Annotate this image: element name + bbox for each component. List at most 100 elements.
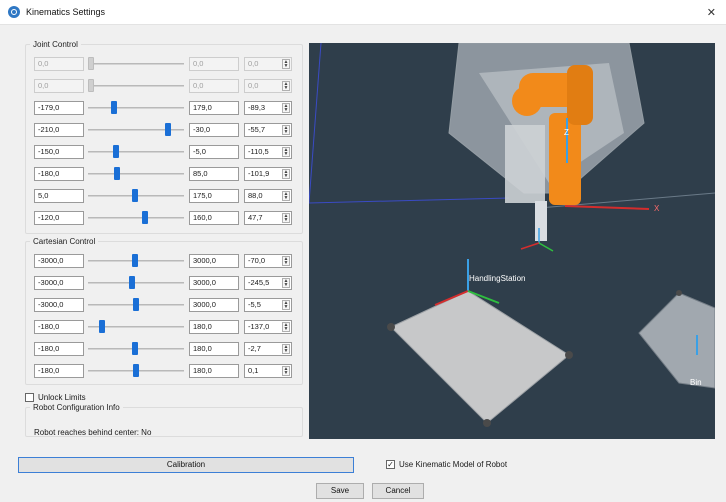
slider-handle[interactable] — [129, 276, 136, 289]
cartesian-value-spinbox[interactable]: 0,1 ▲ ▼ — [244, 364, 292, 378]
cartesian-max-field[interactable]: 3000,0 — [189, 254, 239, 268]
joint-slider[interactable] — [88, 123, 184, 137]
spin-arrows-icon[interactable]: ▲ ▼ — [282, 81, 290, 91]
joint-value-spinbox[interactable]: 0,0 ▲ ▼ — [244, 79, 292, 93]
calibration-button[interactable]: Calibration — [18, 457, 354, 473]
joint-max-field[interactable]: 179,0 — [189, 101, 239, 115]
cartesian-min-field[interactable]: -3000,0 — [34, 298, 84, 312]
use-kinematic-checkbox[interactable]: ✓ Use Kinematic Model of Robot — [386, 460, 507, 469]
cartesian-max-field[interactable]: 3000,0 — [189, 276, 239, 290]
joint-slider[interactable] — [88, 167, 184, 181]
spin-arrows-icon[interactable]: ▲ ▼ — [282, 125, 290, 135]
spin-arrows-icon[interactable]: ▲ ▼ — [282, 344, 290, 354]
cartesian-min-field[interactable]: -180,0 — [34, 364, 84, 378]
cartesian-slider[interactable] — [88, 276, 184, 290]
joint-min-field[interactable]: -120,0 — [34, 211, 84, 225]
spin-arrows-icon[interactable]: ▲ ▼ — [282, 103, 290, 113]
slider-handle[interactable] — [132, 254, 139, 267]
cartesian-value-spinbox[interactable]: -2,7 ▲ ▼ — [244, 342, 292, 356]
joint-slider[interactable] — [88, 189, 184, 203]
joint-max-field[interactable]: -30,0 — [189, 123, 239, 137]
slider-handle[interactable] — [132, 189, 139, 202]
joint-slider[interactable] — [88, 145, 184, 159]
joint-min-field[interactable]: -179,0 — [34, 101, 84, 115]
spin-arrows-icon[interactable]: ▲ ▼ — [282, 147, 290, 157]
slider-handle[interactable] — [132, 342, 139, 355]
cartesian-min-field[interactable]: -3000,0 — [34, 276, 84, 290]
joint-max-field[interactable]: 0,0 — [189, 79, 239, 93]
spin-arrows-icon[interactable]: ▲ ▼ — [282, 191, 290, 201]
slider-handle[interactable] — [165, 123, 172, 136]
joint-value-spinbox[interactable]: -55,7 ▲ ▼ — [244, 123, 292, 137]
spin-arrows-icon[interactable]: ▲ ▼ — [282, 300, 290, 310]
cartesian-slider[interactable] — [88, 254, 184, 268]
joint-max-field[interactable]: 85,0 — [189, 167, 239, 181]
joint-slider[interactable] — [88, 101, 184, 115]
spin-arrows-icon[interactable]: ▲ ▼ — [282, 366, 290, 376]
spin-arrows-icon[interactable]: ▲ ▼ — [282, 322, 290, 332]
spin-arrows-icon[interactable]: ▲ ▼ — [282, 256, 290, 266]
joint-value-spinbox[interactable]: 88,0 ▲ ▼ — [244, 189, 292, 203]
slider-handle[interactable] — [113, 145, 120, 158]
joint-value-spinbox[interactable]: -101,9 ▲ ▼ — [244, 167, 292, 181]
checkmark-icon[interactable]: ✓ — [386, 460, 395, 469]
joint-value-spinbox[interactable]: 47,7 ▲ ▼ — [244, 211, 292, 225]
joint-min-field[interactable]: -180,0 — [34, 167, 84, 181]
spin-arrows-icon[interactable]: ▲ ▼ — [282, 213, 290, 223]
cartesian-slider[interactable] — [88, 298, 184, 312]
joint-slider[interactable] — [88, 79, 184, 93]
joint-max-field[interactable]: -5,0 — [189, 145, 239, 159]
save-button[interactable]: Save — [316, 483, 364, 499]
spin-arrows-icon[interactable]: ▲ ▼ — [282, 169, 290, 179]
grid-line — [309, 197, 510, 204]
slider-track — [88, 151, 184, 153]
slider-handle[interactable] — [114, 167, 121, 180]
joint-min-field[interactable]: 0,0 — [34, 57, 84, 71]
cartesian-slider[interactable] — [88, 364, 184, 378]
joint-min-field[interactable]: 0,0 — [34, 79, 84, 93]
slider-handle[interactable] — [110, 101, 117, 114]
scene-svg: Z X HandlingStation Bin — [309, 43, 715, 427]
cartesian-value-spinbox[interactable]: -70,0 ▲ ▼ — [244, 254, 292, 268]
cartesian-min-field[interactable]: -3000,0 — [34, 254, 84, 268]
close-icon[interactable]: ✕ — [707, 6, 716, 19]
slider-handle[interactable] — [133, 298, 139, 311]
spin-arrows-icon[interactable]: ▲ ▼ — [282, 278, 290, 288]
joint-min-field[interactable]: -210,0 — [34, 123, 84, 137]
unlock-limits-box[interactable] — [25, 393, 34, 402]
slider-handle[interactable] — [98, 320, 105, 333]
slider-handle[interactable] — [88, 79, 94, 92]
handling-station-label: HandlingStation — [469, 274, 525, 283]
joint-slider[interactable] — [88, 57, 184, 71]
cartesian-min-field[interactable]: -180,0 — [34, 342, 84, 356]
joint-min-field[interactable]: -150,0 — [34, 145, 84, 159]
cancel-button[interactable]: Cancel — [372, 483, 424, 499]
3d-viewport[interactable]: Z X HandlingStation Bin — [309, 43, 715, 439]
use-kinematic-label: Use Kinematic Model of Robot — [399, 460, 508, 469]
joint-min-field[interactable]: 5,0 — [34, 189, 84, 203]
joint-max-field[interactable]: 175,0 — [189, 189, 239, 203]
cartesian-value-spinbox[interactable]: -245,5 ▲ ▼ — [244, 276, 292, 290]
joint-slider[interactable] — [88, 211, 184, 225]
cartesian-min-field[interactable]: -180,0 — [34, 320, 84, 334]
joint-value-spinbox[interactable]: -110,5 ▲ ▼ — [244, 145, 292, 159]
cartesian-value-spinbox[interactable]: -5,5 ▲ ▼ — [244, 298, 292, 312]
slider-handle[interactable] — [88, 57, 94, 70]
joint-max-field[interactable]: 0,0 — [189, 57, 239, 71]
joint-value-spinbox[interactable]: 0,0 ▲ ▼ — [244, 57, 292, 71]
spin-arrows-icon[interactable]: ▲ ▼ — [282, 59, 290, 69]
cartesian-slider[interactable] — [88, 342, 184, 356]
joint-max-field[interactable]: 160,0 — [189, 211, 239, 225]
cartesian-max-field[interactable]: 180,0 — [189, 342, 239, 356]
slider-handle[interactable] — [133, 364, 139, 377]
cartesian-value-spinbox[interactable]: -137,0 ▲ ▼ — [244, 320, 292, 334]
slider-handle[interactable] — [142, 211, 148, 224]
joint-control-group: Joint Control 0,0 0,0 0,0 ▲ ▼ 0,0 0,0 0,0 ▲ ▼ -179… — [25, 40, 303, 234]
cartesian-max-field[interactable]: 180,0 — [189, 320, 239, 334]
joint-value-spinbox[interactable]: -89,3 ▲ ▼ — [244, 101, 292, 115]
cartesian-max-field[interactable]: 3000,0 — [189, 298, 239, 312]
cartesian-slider[interactable] — [88, 320, 184, 334]
unlock-limits-checkbox[interactable]: Unlock Limits — [25, 393, 86, 402]
robot-link — [567, 65, 593, 125]
cartesian-max-field[interactable]: 180,0 — [189, 364, 239, 378]
